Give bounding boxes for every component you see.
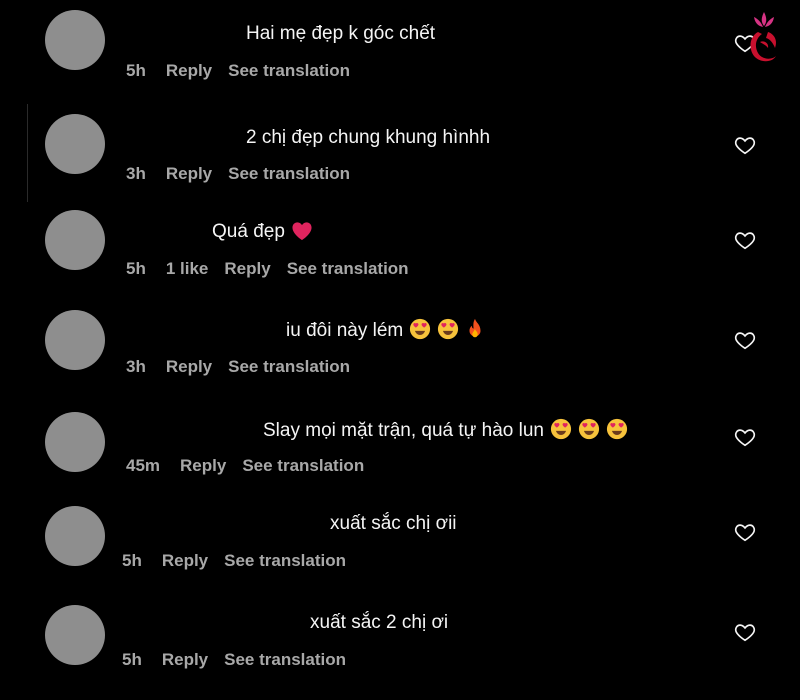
heart-eyes-emoji-icon [437, 318, 459, 347]
comment-meta: 5h Reply See translation [122, 649, 362, 671]
heart-outline-icon[interactable] [734, 329, 756, 351]
comment-item: 2 chị đẹp chung khung hìnhh 3h Reply See t… [0, 104, 800, 200]
avatar[interactable] [45, 605, 105, 665]
avatar[interactable] [45, 412, 105, 472]
fire-emoji-icon [465, 318, 485, 347]
see-translation-button[interactable]: See translation [224, 649, 346, 671]
like-count[interactable]: 1 like [166, 258, 209, 280]
heart-outline-icon[interactable] [734, 426, 756, 448]
comment-item: xuất sắc 2 chị ơi 5h Reply See translation [0, 600, 800, 696]
see-translation-button[interactable]: See translation [228, 60, 350, 82]
avatar[interactable] [45, 210, 105, 270]
see-translation-button[interactable]: See translation [287, 258, 409, 280]
comment-meta: 3h Reply See translation [126, 356, 366, 378]
heart-outline-icon[interactable] [734, 521, 756, 543]
reply-button[interactable]: Reply [180, 455, 226, 477]
comment-time: 45m [126, 456, 161, 475]
comment-text: Hai mẹ đẹp k góc chết [246, 23, 436, 44]
see-translation-button[interactable]: See translation [242, 455, 364, 477]
heart-eyes-emoji-icon [550, 418, 572, 447]
comment-meta: 3h Reply See translation [126, 163, 366, 185]
avatar[interactable] [45, 114, 105, 174]
comment-item: xuất sắc chị ơii 5h Reply See translation [0, 500, 800, 596]
comment-time: 5h [122, 551, 142, 570]
comment-meta: 5h Reply See translation [122, 550, 362, 572]
comment-text: 2 chị đẹp chung khung hìnhh [246, 127, 491, 148]
comment-time: 5h [126, 61, 146, 80]
reply-button[interactable]: Reply [162, 649, 208, 671]
reply-button[interactable]: Reply [162, 550, 208, 572]
comment-meta: 5h 1 like Reply See translation [126, 258, 425, 280]
comment-text: iu đôi này lém [286, 318, 485, 347]
red-heart-icon [291, 221, 313, 248]
heart-outline-icon[interactable] [734, 621, 756, 643]
avatar[interactable] [45, 10, 105, 70]
heart-outline-icon[interactable] [734, 229, 756, 251]
lotus-logo-icon [742, 8, 786, 66]
comment-text: xuất sắc chị ơii [330, 513, 457, 534]
comment-text: xuất sắc 2 chị ơi [310, 612, 449, 633]
see-translation-button[interactable]: See translation [228, 356, 350, 378]
comment-meta: 5h Reply See translation [126, 60, 366, 82]
avatar[interactable] [45, 310, 105, 370]
heart-outline-icon[interactable] [734, 134, 756, 156]
reply-button[interactable]: Reply [166, 356, 212, 378]
comment-time: 3h [126, 164, 146, 183]
see-translation-button[interactable]: See translation [224, 550, 346, 572]
comment-item: Hai mẹ đẹp k góc chết 5h Reply See transla… [0, 0, 800, 96]
heart-eyes-emoji-icon [606, 418, 628, 447]
comment-time: 5h [126, 259, 146, 278]
reply-button[interactable]: Reply [224, 258, 270, 280]
comment-item: iu đôi này lém 3h Reply See translation [0, 300, 800, 396]
reply-button[interactable]: Reply [166, 60, 212, 82]
reply-button[interactable]: Reply [166, 163, 212, 185]
comment-time: 3h [126, 357, 146, 376]
comment-text: Slay mọi mặt trận, quá tự hào lun [263, 418, 628, 447]
comment-text: Quá đẹp [212, 220, 313, 248]
comment-meta: 45m Reply See translation [126, 455, 380, 477]
avatar[interactable] [45, 506, 105, 566]
see-translation-button[interactable]: See translation [228, 163, 350, 185]
comment-time: 5h [122, 650, 142, 669]
heart-eyes-emoji-icon [578, 418, 600, 447]
heart-eyes-emoji-icon [409, 318, 431, 347]
comment-item: Slay mọi mặt trận, quá tự hào lun 45m Rep… [0, 400, 800, 496]
comment-item: Quá đẹp 5h 1 like Reply See translation [0, 200, 800, 296]
